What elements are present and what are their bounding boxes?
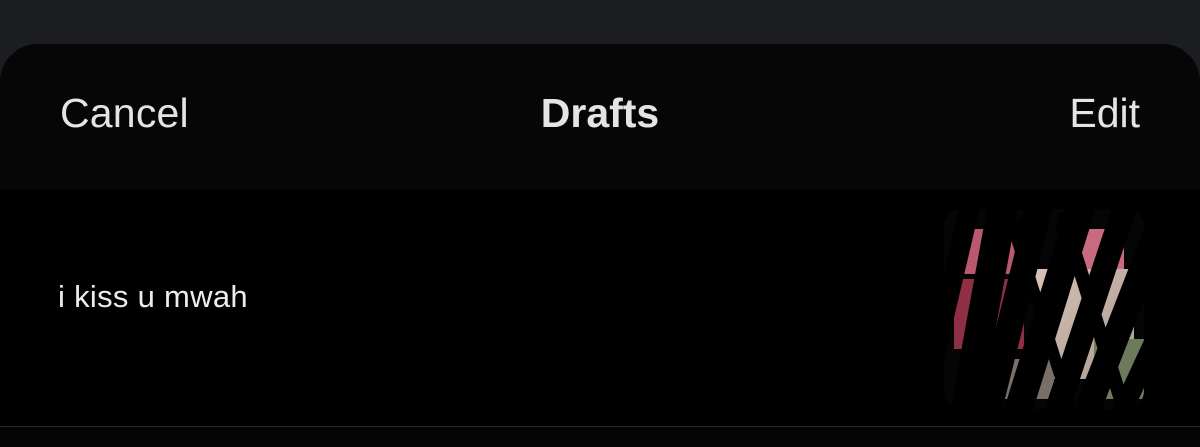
- edit-button[interactable]: Edit: [1069, 90, 1140, 137]
- nav-bar: Cancel Drafts Edit: [0, 44, 1200, 189]
- drafts-sheet: Cancel Drafts Edit i kiss u mwah: [0, 44, 1200, 447]
- row-divider: [0, 426, 1200, 427]
- draft-thumbnail-image: [944, 151, 1144, 409]
- draft-list-item[interactable]: i kiss u mwah: [0, 151, 1200, 427]
- page-title: Drafts: [540, 90, 660, 136]
- draft-text: i kiss u mwah: [58, 279, 248, 314]
